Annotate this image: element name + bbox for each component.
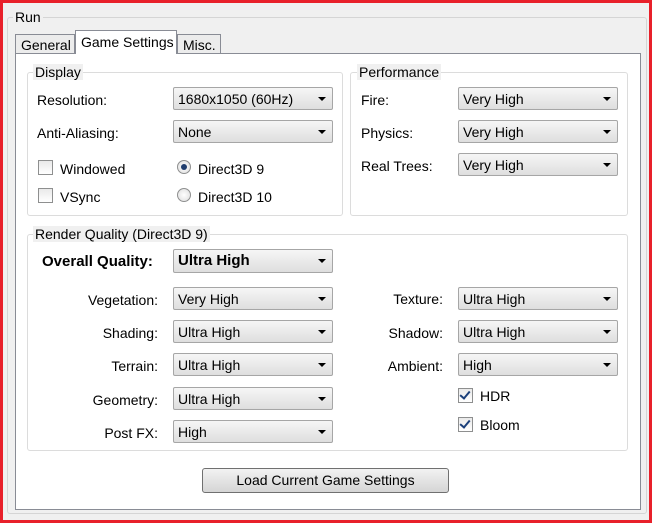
geometry-dropdown[interactable]: Ultra High	[173, 387, 333, 410]
overall-quality-value: Ultra High	[178, 252, 250, 269]
direct3d10-label: Direct3D 10	[198, 189, 272, 205]
vegetation-dropdown[interactable]: Very High	[173, 287, 333, 310]
physics-value: Very High	[463, 124, 524, 140]
windowed-checkbox[interactable]	[38, 160, 53, 175]
direct3d9-radio[interactable]	[177, 160, 191, 174]
tab-misc[interactable]: Misc.	[177, 34, 221, 54]
chevron-down-icon	[318, 130, 326, 134]
texture-dropdown[interactable]: Ultra High	[458, 287, 618, 310]
physics-dropdown[interactable]: Very High	[458, 120, 618, 143]
fire-value: Very High	[463, 91, 524, 107]
bloom-checkbox[interactable]	[458, 417, 473, 432]
load-current-game-settings-button[interactable]: Load Current Game Settings	[202, 468, 449, 493]
fire-label: Fire:	[361, 92, 389, 108]
shading-value: Ultra High	[178, 324, 241, 340]
overall-quality-dropdown[interactable]: Ultra High	[173, 249, 333, 273]
chevron-down-icon	[318, 330, 326, 334]
ambient-value: High	[463, 357, 492, 373]
post-fx-label: Post FX:	[104, 425, 158, 441]
bloom-label: Bloom	[480, 417, 520, 433]
post-fx-dropdown[interactable]: High	[173, 420, 333, 443]
chevron-down-icon	[318, 259, 326, 263]
vegetation-label: Vegetation:	[87, 292, 158, 308]
hdr-checkbox[interactable]	[458, 388, 473, 403]
terrain-value: Ultra High	[178, 357, 241, 373]
resolution-value: 1680x1050 (60Hz)	[178, 91, 294, 107]
display-group-title: Display	[33, 64, 83, 80]
post-fx-value: High	[178, 424, 207, 440]
chevron-down-icon	[318, 97, 326, 101]
texture-value: Ultra High	[463, 291, 526, 307]
overall-quality-label: Overall Quality:	[42, 253, 153, 270]
ambient-dropdown[interactable]: High	[458, 353, 618, 376]
physics-label: Physics:	[361, 125, 414, 141]
chevron-down-icon	[318, 430, 326, 434]
hdr-label: HDR	[480, 388, 511, 404]
resolution-dropdown[interactable]: 1680x1050 (60Hz)	[173, 87, 333, 110]
performance-group-title: Performance	[357, 64, 442, 80]
chevron-down-icon	[603, 97, 611, 101]
tab-game-settings[interactable]: Game Settings	[75, 30, 177, 54]
antialiasing-value: None	[178, 124, 212, 140]
texture-label: Texture:	[393, 291, 443, 307]
real-trees-label: Real Trees:	[361, 158, 433, 174]
run-group-title: Run	[13, 9, 43, 25]
ambient-label: Ambient:	[387, 358, 443, 374]
chevron-down-icon	[318, 363, 326, 367]
antialiasing-label: Anti-Aliasing:	[37, 125, 119, 141]
shadow-dropdown[interactable]: Ultra High	[458, 320, 618, 343]
real-trees-dropdown[interactable]: Very High	[458, 153, 618, 176]
geometry-value: Ultra High	[178, 391, 241, 407]
geometry-label: Geometry:	[92, 392, 158, 408]
chevron-down-icon	[603, 163, 611, 167]
real-trees-value: Very High	[463, 157, 524, 173]
shading-dropdown[interactable]: Ultra High	[173, 320, 333, 343]
terrain-label: Terrain:	[111, 358, 158, 374]
terrain-dropdown[interactable]: Ultra High	[173, 353, 333, 376]
vsync-checkbox[interactable]	[38, 188, 53, 203]
chevron-down-icon	[603, 297, 611, 301]
chevron-down-icon	[603, 330, 611, 334]
vegetation-value: Very High	[178, 291, 239, 307]
vsync-label: VSync	[60, 189, 101, 205]
resolution-label: Resolution:	[37, 92, 108, 108]
fire-dropdown[interactable]: Very High	[458, 87, 618, 110]
chevron-down-icon	[318, 297, 326, 301]
tab-general[interactable]: General	[15, 34, 75, 54]
direct3d9-label: Direct3D 9	[198, 161, 265, 177]
chevron-down-icon	[603, 363, 611, 367]
shading-label: Shading:	[102, 325, 158, 341]
antialiasing-dropdown[interactable]: None	[173, 120, 333, 143]
direct3d10-radio[interactable]	[177, 188, 191, 202]
shadow-value: Ultra High	[463, 324, 526, 340]
chevron-down-icon	[603, 130, 611, 134]
render-quality-group-title: Render Quality (Direct3D 9)	[33, 226, 210, 242]
chevron-down-icon	[318, 397, 326, 401]
windowed-label: Windowed	[60, 161, 126, 177]
shadow-label: Shadow:	[388, 325, 443, 341]
